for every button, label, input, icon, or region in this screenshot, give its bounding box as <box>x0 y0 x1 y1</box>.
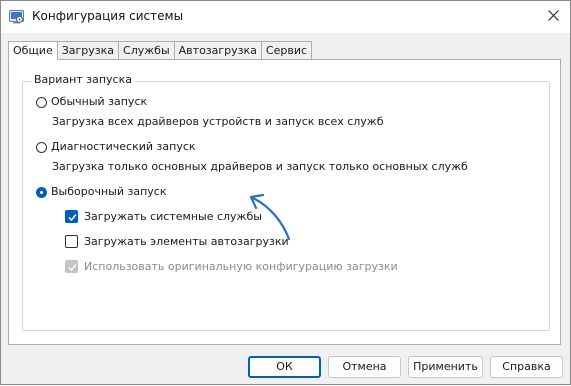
window-title: Конфигурация системы <box>32 9 184 23</box>
tab-startup[interactable]: Автозагрузка <box>174 41 262 60</box>
normal-startup-label[interactable]: Обычный запуск <box>51 95 147 108</box>
load-startup-items-checkbox[interactable] <box>65 235 78 248</box>
checkmark-icon <box>68 264 77 272</box>
load-system-services-label[interactable]: Загружать системные службы <box>84 210 262 223</box>
tab-tools[interactable]: Сервис <box>261 41 313 60</box>
selective-startup-radio[interactable] <box>36 187 47 198</box>
tab-general[interactable]: Общие <box>8 41 58 60</box>
tab-strip: Общие Загрузка Службы Автозагрузка Серви… <box>8 41 313 60</box>
selective-startup-label[interactable]: Выборочный запуск <box>51 185 166 198</box>
load-startup-items-label[interactable]: Загружать элементы автозагрузки <box>84 235 289 248</box>
title-bar: Конфигурация системы <box>1 1 570 33</box>
close-icon <box>548 10 559 24</box>
tab-boot[interactable]: Загрузка <box>57 41 120 60</box>
use-original-boot-config-label: Использовать оригинальную конфигурацию з… <box>84 260 398 273</box>
msconfig-icon <box>9 9 24 24</box>
checkmark-icon <box>68 214 77 222</box>
use-original-boot-config-checkbox <box>65 260 78 273</box>
normal-startup-description: Загрузка всех драйверов устройств и запу… <box>52 115 384 128</box>
help-button[interactable]: Справка <box>490 356 563 378</box>
ok-button[interactable]: ОК <box>248 356 321 378</box>
load-system-services-checkbox[interactable] <box>65 210 78 223</box>
apply-button[interactable]: Применить <box>408 356 483 378</box>
tab-services[interactable]: Службы <box>119 41 175 60</box>
system-configuration-window: Конфигурация системы Общие Загрузка Служ… <box>0 0 571 385</box>
close-button[interactable] <box>537 1 570 33</box>
normal-startup-radio[interactable] <box>36 97 47 108</box>
diagnostic-startup-label[interactable]: Диагностический запуск <box>51 140 196 153</box>
cancel-button[interactable]: Отмена <box>328 356 401 378</box>
diagnostic-startup-description: Загрузка только основных драйверов и зап… <box>52 160 468 173</box>
diagnostic-startup-radio[interactable] <box>36 142 47 153</box>
startup-selection-legend: Вариант запуска <box>31 73 135 86</box>
general-tab-panel: Вариант запуска Обычный запуск Загрузка … <box>8 59 561 345</box>
